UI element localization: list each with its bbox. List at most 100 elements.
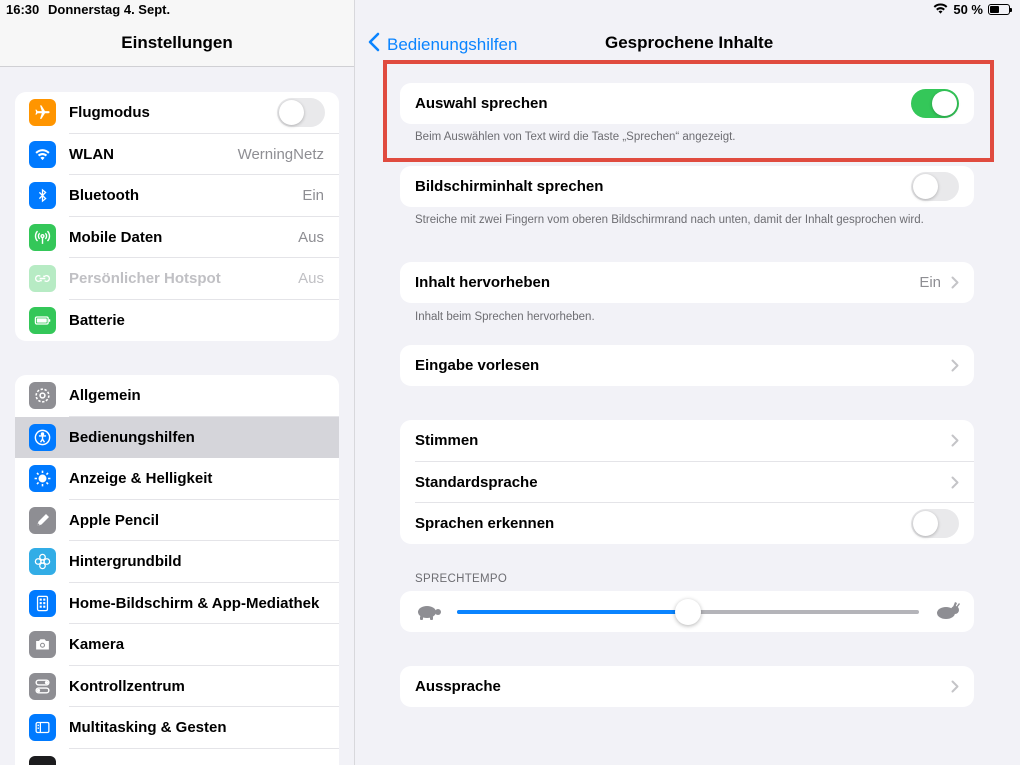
- flugmodus-toggle[interactable]: [277, 98, 325, 127]
- hare-icon: [934, 602, 960, 625]
- wlan-value: WerningNetz: [237, 145, 324, 163]
- mobile-daten-value: Aus: [298, 228, 324, 246]
- hervorheben-label: Inhalt hervorheben: [415, 274, 551, 292]
- sidebar-item-batterie[interactable]: Batterie: [15, 300, 339, 342]
- hervorheben-row[interactable]: Inhalt hervorheben Ein: [400, 262, 974, 303]
- flower-icon: [29, 548, 56, 576]
- sidebar-item-flugmodus[interactable]: Flugmodus: [15, 92, 339, 134]
- eingabe-vorlesen-label: Eingabe vorlesen: [415, 357, 540, 375]
- sidebar-item-label: Home-Bildschirm & App-Mediathek: [69, 594, 320, 612]
- sidebar-item-label: WLAN: [69, 145, 114, 163]
- bildschirminhalt-footnote: Streiche mit zwei Fingern vom oberen Bil…: [415, 214, 924, 226]
- page-title: Gesprochene Inhalte: [605, 33, 774, 52]
- sidebar-item-label: Multitasking & Gesten: [69, 719, 227, 737]
- bildschirminhalt-card: Bildschirminhalt sprechen: [400, 166, 974, 207]
- sidebar-item-mobile-daten[interactable]: Mobile Daten Aus: [15, 217, 339, 258]
- sidebar-item-bluetooth[interactable]: Bluetooth Ein: [15, 175, 339, 217]
- sidebar-item-allgemein[interactable]: Allgemein: [15, 375, 339, 417]
- sprachen-erkennen-label: Sprachen erkennen: [415, 515, 555, 533]
- sidebar-item-kontrollzentrum[interactable]: Kontrollzentrum: [15, 666, 339, 707]
- status-bar-right: 50 %: [933, 2, 1012, 17]
- settings-group-general: Allgemein Bedienungshilfen Anzeige & Hel…: [15, 375, 339, 765]
- gear-icon: [29, 382, 56, 410]
- sidebar-item-hintergrundbild[interactable]: Hintergrundbild: [15, 541, 339, 583]
- battery-percent: 50 %: [953, 2, 983, 17]
- chevron-right-icon: [951, 359, 959, 377]
- status-date: Donnerstag 4. Sept.: [48, 2, 171, 17]
- battery-status-icon: [988, 4, 1012, 15]
- chevron-right-icon: [951, 476, 959, 494]
- home-screen-icon: [29, 589, 56, 617]
- bluetooth-icon: [29, 182, 56, 210]
- hervorheben-value: Ein: [919, 274, 941, 292]
- sun-icon: [29, 465, 56, 493]
- sidebar-item-label: Hintergrundbild: [69, 553, 182, 571]
- chevron-right-icon: [951, 680, 959, 698]
- sidebar-item-apple-pencil[interactable]: Apple Pencil: [15, 500, 339, 541]
- standardsprache-label: Standardsprache: [415, 473, 538, 491]
- sidebar-item-label: Kamera: [69, 636, 125, 654]
- back-button[interactable]: Bedienungshilfen: [367, 32, 517, 57]
- sidebar-item-kamera[interactable]: Kamera: [15, 624, 339, 666]
- sidebar-item-hotspot: Persönlicher Hotspot Aus: [15, 258, 339, 300]
- camera-icon: [29, 631, 56, 659]
- aussprache-row[interactable]: Aussprache: [400, 666, 974, 707]
- aussprache-card: Aussprache: [400, 666, 974, 707]
- sidebar-item-bedienungshilfen[interactable]: Bedienungshilfen: [15, 416, 339, 458]
- chevron-left-icon: [367, 32, 381, 57]
- bildschirminhalt-label: Bildschirminhalt sprechen: [415, 178, 604, 196]
- sidebar: 16:30 Donnerstag 4. Sept. Einstellungen …: [0, 0, 355, 765]
- sprechtempo-card: [400, 591, 974, 632]
- sidebar-item-label: Apple Pencil: [69, 511, 160, 529]
- sidebar-item-label: Bluetooth: [69, 187, 139, 205]
- wifi-icon: [29, 140, 56, 168]
- antenna-icon: [29, 223, 56, 251]
- hervorheben-footnote: Inhalt beim Sprechen hervorheben.: [415, 311, 595, 323]
- sidebar-item-multitasking[interactable]: Multitasking & Gesten: [15, 707, 339, 749]
- sidebar-item-partial: [15, 749, 339, 765]
- sidebar-header: 16:30 Donnerstag 4. Sept. Einstellungen: [0, 0, 354, 67]
- standardsprache-row[interactable]: Standardsprache: [400, 462, 974, 503]
- sidebar-item-label: Flugmodus: [69, 104, 150, 122]
- airplane-icon: [29, 99, 56, 127]
- sidebar-item-label: Kontrollzentrum: [69, 677, 185, 695]
- status-time: 16:30: [6, 2, 40, 17]
- battery-icon: [29, 306, 56, 334]
- hotspot-value: Aus: [298, 270, 324, 288]
- sprechtempo-slider-thumb[interactable]: [675, 599, 701, 625]
- sprachen-erkennen-toggle[interactable]: [911, 509, 959, 538]
- voices-card: Stimmen Standardsprache Sprachen erkenne…: [400, 420, 974, 544]
- switches-icon: [29, 672, 56, 700]
- bildschirminhalt-row[interactable]: Bildschirminhalt sprechen: [400, 166, 974, 207]
- wifi-status-icon: [933, 2, 948, 17]
- sprachen-erkennen-row[interactable]: Sprachen erkennen: [400, 503, 974, 544]
- turtle-icon: [414, 602, 442, 625]
- sidebar-item-label: Persönlicher Hotspot: [69, 270, 221, 288]
- eingabe-vorlesen-row[interactable]: Eingabe vorlesen: [400, 345, 974, 386]
- sidebar-item-label: Anzeige & Helligkeit: [69, 470, 213, 488]
- hotspot-icon: [29, 265, 56, 293]
- settings-group-connectivity: Flugmodus WLAN WerningNetz Bluetooth Ein: [15, 92, 339, 341]
- sidebar-item-label: Batterie: [69, 311, 125, 329]
- eingabe-card: Eingabe vorlesen: [400, 345, 974, 386]
- multitasking-icon: [29, 714, 56, 742]
- bluetooth-value: Ein: [302, 187, 324, 205]
- chevron-right-icon: [951, 276, 959, 294]
- bildschirminhalt-toggle[interactable]: [911, 172, 959, 201]
- sidebar-item-label: Allgemein: [69, 387, 141, 405]
- stimmen-label: Stimmen: [415, 432, 479, 450]
- sidebar-item-home-bildschirm[interactable]: Home-Bildschirm & App-Mediathek: [15, 583, 339, 624]
- settings-screen: 16:30 Donnerstag 4. Sept. Einstellungen …: [0, 0, 1020, 765]
- back-label: Bedienungshilfen: [387, 34, 518, 54]
- chevron-right-icon: [951, 434, 959, 452]
- sidebar-item-anzeige[interactable]: Anzeige & Helligkeit: [15, 458, 339, 500]
- partial-app-icon: [29, 755, 56, 765]
- accessibility-icon: [29, 423, 56, 451]
- stimmen-row[interactable]: Stimmen: [400, 420, 974, 462]
- sidebar-title: Einstellungen: [121, 33, 233, 52]
- sidebar-item-label: Mobile Daten: [69, 228, 163, 246]
- aussprache-label: Aussprache: [415, 678, 501, 696]
- sidebar-item-wlan[interactable]: WLAN WerningNetz: [15, 134, 339, 175]
- sidebar-item-label: Bedienungshilfen: [69, 428, 195, 446]
- highlight-annotation-box: [383, 60, 994, 162]
